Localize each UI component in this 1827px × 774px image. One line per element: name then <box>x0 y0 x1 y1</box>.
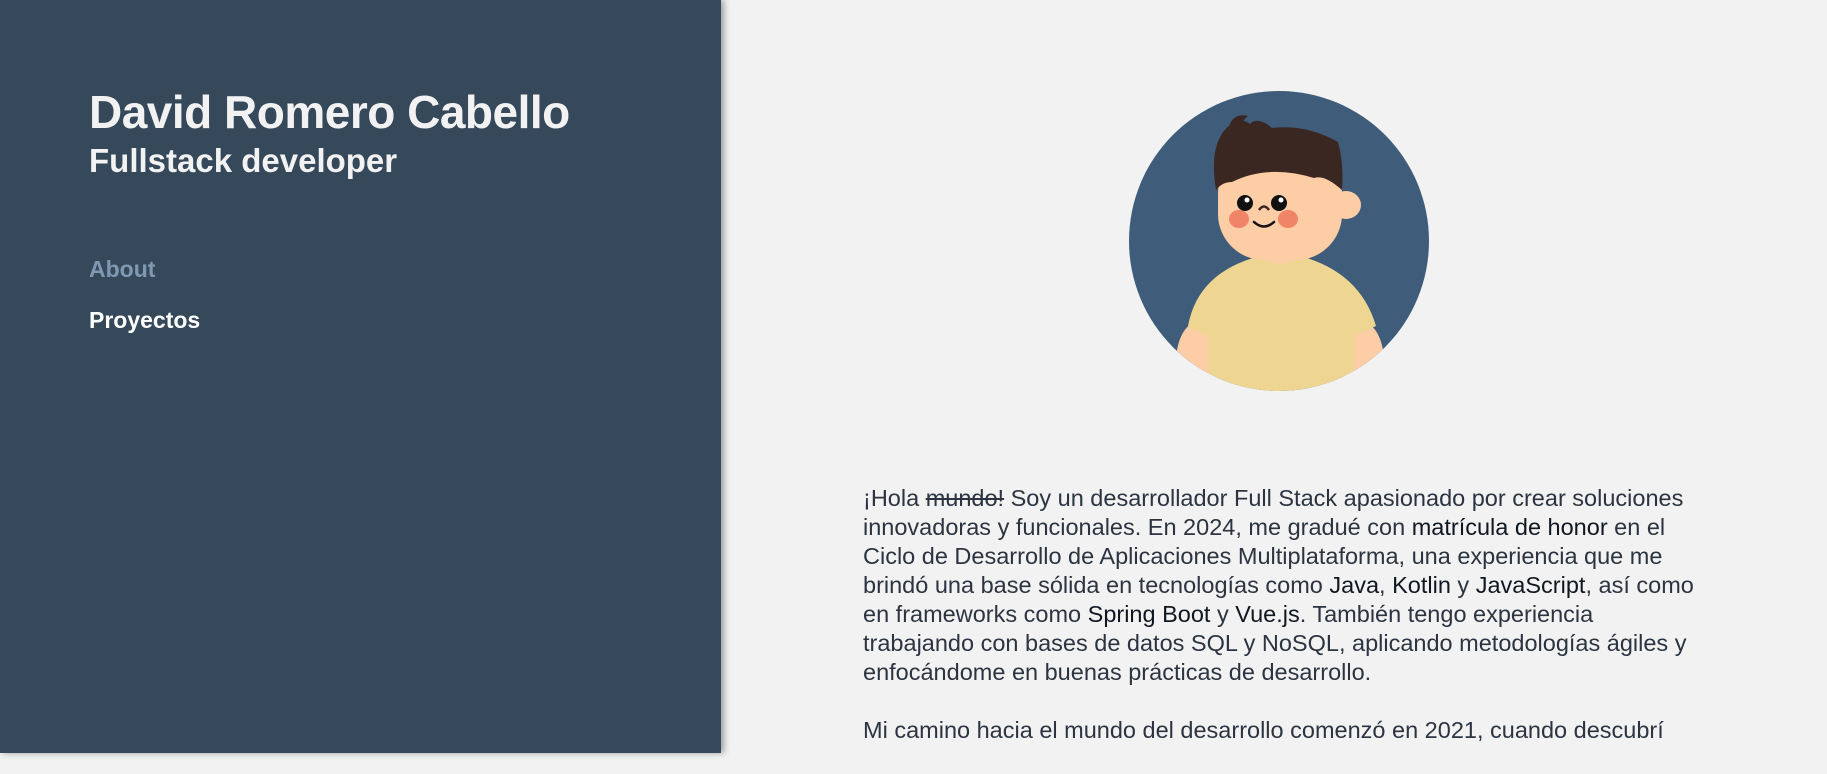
strikethrough-text: mundo! <box>925 485 1005 511</box>
text-segment: ¡Hola <box>863 485 926 511</box>
about-paragraph-2: Mi camino hacia el mundo del desarrollo … <box>863 717 1664 743</box>
highlight-text: Java <box>1329 572 1380 598</box>
text-segment: y <box>1210 601 1236 627</box>
about-paragraph-1: ¡Hola mundo! Soy un desarrollador Full S… <box>863 484 1708 687</box>
main-content: ¡Hola mundo! Soy un desarrollador Full S… <box>724 0 1827 753</box>
highlight-text: JavaScript <box>1475 572 1586 598</box>
sidebar: David Romero Cabello Fullstack developer… <box>0 0 721 753</box>
nav-link-about[interactable]: About <box>89 254 200 284</box>
highlight-text: Vue.js <box>1235 601 1300 627</box>
text-segment: , <box>1379 572 1393 598</box>
site-owner-name: David Romero Cabello <box>89 86 570 138</box>
about-text: ¡Hola mundo! Soy un desarrollador Full S… <box>863 484 1708 774</box>
sidebar-nav: About Proyectos <box>89 254 200 335</box>
highlight-text: Kotlin <box>1392 572 1451 598</box>
text-segment: y <box>1450 572 1476 598</box>
highlight-text: matrícula de honor <box>1411 514 1608 540</box>
nav-link-proyectos[interactable]: Proyectos <box>89 305 200 335</box>
highlight-text: Spring Boot <box>1087 601 1211 627</box>
cartoon-boy-avatar-icon <box>1128 90 1430 392</box>
site-owner-role: Fullstack developer <box>89 142 398 179</box>
